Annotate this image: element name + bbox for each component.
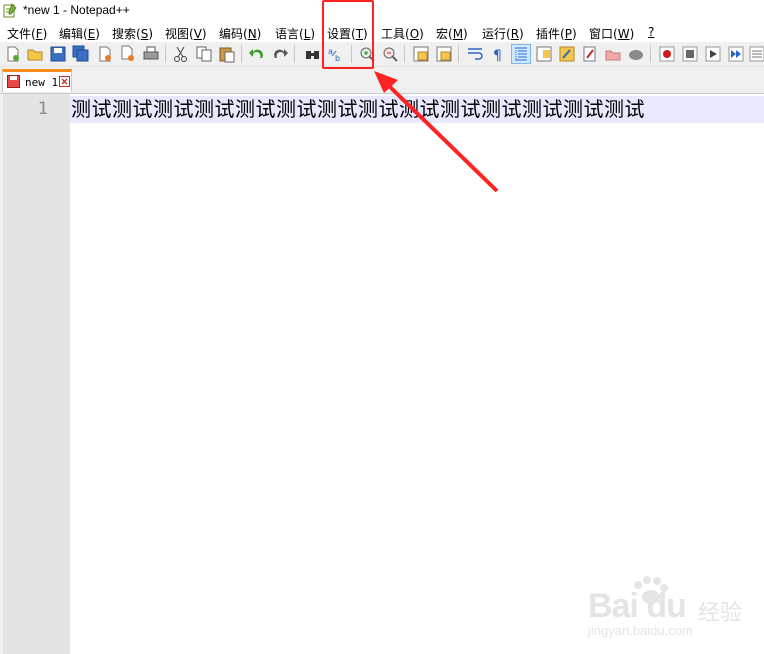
toolbar-separator <box>165 45 166 63</box>
tab-label: new 1 <box>25 76 59 89</box>
line-number: 1 <box>37 99 48 119</box>
sync-horizontal-icon[interactable] <box>435 45 453 63</box>
editor-line-text[interactable]: 测试测试测试测试测试测试测试测试测试测试测试测试测试测试 <box>71 96 764 123</box>
sync-vertical-icon[interactable] <box>412 45 430 63</box>
function-list-icon[interactable] <box>558 45 576 63</box>
show-all-chars-icon[interactable]: ¶ <box>489 45 507 63</box>
toolbar-separator <box>404 45 405 63</box>
copy-icon[interactable] <box>195 45 213 63</box>
zoom-out-icon[interactable] <box>381 45 399 63</box>
menu-view[interactable]: 视图(V) <box>165 25 207 42</box>
toolbar-separator <box>294 45 295 63</box>
find-icon[interactable] <box>304 45 322 63</box>
save-icon[interactable] <box>49 45 67 63</box>
close-icon[interactable] <box>96 45 114 63</box>
unsaved-file-icon <box>7 75 20 88</box>
baidu-jingyan-watermark: Bai du 经验 jingyan.baidu.com <box>588 575 758 645</box>
menu-run[interactable]: 运行(R) <box>482 25 524 42</box>
monitoring-icon[interactable] <box>604 45 622 63</box>
macro-list-icon[interactable] <box>748 45 764 63</box>
notepad-app-icon <box>3 3 17 18</box>
doc-map-icon[interactable] <box>535 45 553 63</box>
menu-encoding[interactable]: 编码(N) <box>219 25 261 42</box>
close-all-icon[interactable] <box>119 45 137 63</box>
tab-new-1[interactable]: new 1 <box>2 69 72 92</box>
toolbar-separator <box>458 45 459 63</box>
watermark-logo-text: Bai du <box>588 587 687 625</box>
toolbar-separator <box>650 45 651 63</box>
record-macro-icon[interactable] <box>658 45 676 63</box>
paste-icon[interactable] <box>218 45 236 63</box>
watermark-sub-text: 经验 <box>698 601 743 626</box>
window-title: *new 1 - Notepad++ <box>23 3 130 17</box>
cut-icon[interactable] <box>172 45 190 63</box>
run-macro-multiple-icon[interactable] <box>727 45 745 63</box>
save-macro-icon[interactable] <box>627 45 645 63</box>
menu-language[interactable]: 语言(L) <box>275 25 315 42</box>
annotation-highlight-box <box>322 0 374 69</box>
menu-file[interactable]: 文件(F) <box>7 25 47 42</box>
menu-search[interactable]: 搜索(S) <box>112 25 153 42</box>
new-file-icon[interactable] <box>4 45 22 63</box>
open-file-icon[interactable] <box>26 45 44 63</box>
editor-area[interactable]: 1 测试测试测试测试测试测试测试测试测试测试测试测试测试测试 <box>0 94 764 654</box>
menu-window[interactable]: 窗口(W) <box>589 25 634 42</box>
watermark-url: jingyan.baidu.com <box>588 623 693 638</box>
menu-bar: 文件(F) 编辑(E) 搜索(S) 视图(V) 编码(N) 语言(L) 设置(T… <box>0 22 764 42</box>
menu-edit[interactable]: 编辑(E) <box>59 25 100 42</box>
toolbar-separator <box>241 45 242 63</box>
word-wrap-icon[interactable] <box>466 45 484 63</box>
stop-record-icon[interactable] <box>681 45 699 63</box>
menu-help[interactable]: ? <box>648 25 654 39</box>
close-tab-icon[interactable] <box>59 76 70 87</box>
tab-bar: new 1 <box>0 67 764 94</box>
indent-guide-icon[interactable] <box>511 44 531 64</box>
svg-text:¶: ¶ <box>493 48 502 63</box>
menu-tools[interactable]: 工具(O) <box>381 25 424 42</box>
toolbar: ab ¶ <box>0 42 764 67</box>
menu-macro[interactable]: 宏(M) <box>436 25 468 42</box>
menu-plugins[interactable]: 插件(P) <box>536 25 577 42</box>
print-icon[interactable] <box>142 45 160 63</box>
undo-icon[interactable] <box>248 45 266 63</box>
title-bar: *new 1 - Notepad++ <box>0 0 764 22</box>
line-number-gutter: 1 <box>0 94 70 654</box>
folder-workspace-icon[interactable] <box>581 45 599 63</box>
redo-icon[interactable] <box>271 45 289 63</box>
save-all-icon[interactable] <box>72 45 90 63</box>
play-macro-icon[interactable] <box>704 45 722 63</box>
